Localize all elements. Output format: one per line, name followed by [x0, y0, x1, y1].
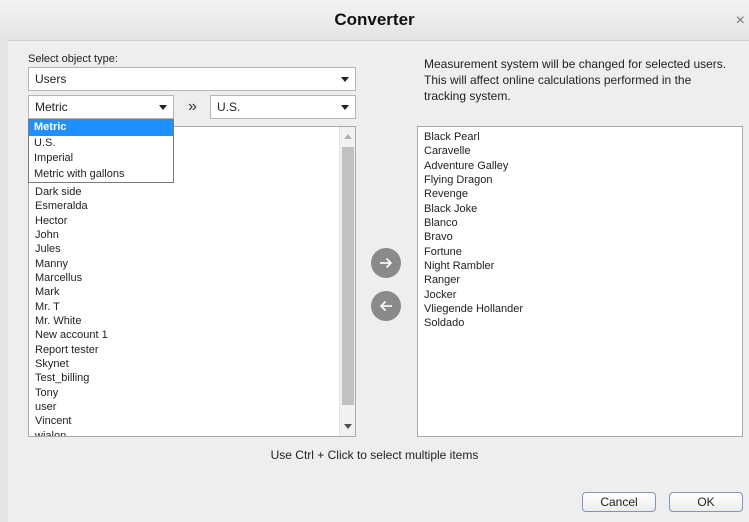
scroll-thumb[interactable] [342, 147, 354, 405]
dialog-title: Converter [334, 10, 415, 29]
object-type-label: Select object type: [28, 53, 118, 65]
list-item[interactable]: Marcellus [29, 271, 339, 285]
list-item[interactable]: Mark [29, 285, 339, 299]
from-unit-select[interactable]: Metric [28, 95, 174, 119]
list-item[interactable]: Jocker [418, 288, 742, 302]
list-item[interactable]: Jules [29, 242, 339, 256]
available-users-items: Dark side Esmeralda Hector John Jules Manny Ma… [29, 185, 339, 436]
arrow-left-icon [379, 300, 392, 312]
converter-dialog: Converter × Select object type: Users Me… [0, 0, 749, 522]
arrow-right-icon [380, 257, 393, 269]
move-right-button[interactable] [371, 248, 401, 278]
info-text: Measurement system will be changed for s… [424, 57, 727, 103]
list-item[interactable]: Dark side [29, 185, 339, 199]
list-item[interactable]: Manny [29, 257, 339, 271]
list-item[interactable]: user [29, 400, 339, 414]
move-left-button[interactable] [371, 291, 401, 321]
list-item[interactable]: Revenge [418, 187, 742, 201]
convert-to-arrow-icon: » [188, 98, 197, 115]
close-icon[interactable]: × [736, 12, 745, 30]
list-item[interactable]: Tony [29, 386, 339, 400]
list-item[interactable]: Bravo [418, 230, 742, 244]
ok-button[interactable]: OK [669, 492, 743, 512]
list-item[interactable]: Skynet [29, 357, 339, 371]
list-item[interactable]: Report tester [29, 343, 339, 357]
to-unit-select[interactable]: U.S. [210, 95, 356, 119]
list-item[interactable]: John [29, 228, 339, 242]
scrollbar[interactable] [339, 127, 355, 436]
list-item[interactable]: Black Pearl [418, 130, 742, 144]
list-item[interactable]: Vliegende Hollander [418, 302, 742, 316]
list-item[interactable]: Test_billing [29, 371, 339, 385]
list-item[interactable]: wialon [29, 429, 339, 436]
to-unit-value: U.S. [217, 100, 241, 114]
from-unit-value: Metric [35, 100, 68, 114]
list-item[interactable]: Caravelle [418, 144, 742, 158]
object-type-select[interactable]: Users [28, 67, 356, 91]
unit-option[interactable]: Metric [29, 120, 173, 136]
list-item[interactable]: Vincent [29, 414, 339, 428]
unit-option[interactable]: U.S. [29, 136, 173, 152]
chevron-down-icon [341, 105, 349, 110]
chevron-down-icon [159, 105, 167, 110]
object-type-value: Users [35, 72, 67, 86]
selected-units-list[interactable]: Black Pearl Caravelle Adventure Galley Flyi… [417, 126, 743, 437]
list-item[interactable]: Ranger [418, 273, 742, 287]
unit-options-dropdown: Metric U.S. Imperial Metric with gallons [28, 119, 174, 183]
scroll-down-icon[interactable] [344, 424, 352, 429]
title-bar: Converter × [0, 0, 749, 41]
list-item[interactable]: Adventure Galley [418, 159, 742, 173]
list-item[interactable]: New account 1 [29, 328, 339, 342]
list-item[interactable]: Esmeralda [29, 199, 339, 213]
chevron-down-icon [341, 77, 349, 82]
scroll-up-icon[interactable] [344, 134, 352, 139]
unit-option[interactable]: Imperial [29, 151, 173, 167]
list-item[interactable]: Blanco [418, 216, 742, 230]
list-item[interactable]: Hector [29, 214, 339, 228]
list-item[interactable]: Mr. White [29, 314, 339, 328]
multi-select-hint: Use Ctrl + Click to select multiple item… [270, 448, 479, 462]
cancel-button[interactable]: Cancel [582, 492, 656, 512]
list-item[interactable]: Mr. T [29, 300, 339, 314]
list-item[interactable]: Night Rambler [418, 259, 742, 273]
list-item[interactable]: Black Joke [418, 202, 742, 216]
list-item[interactable]: Fortune [418, 245, 742, 259]
list-item[interactable]: Flying Dragon [418, 173, 742, 187]
list-item[interactable]: Soldado [418, 316, 742, 330]
selected-units-items: Black Pearl Caravelle Adventure Galley Flyi… [418, 130, 742, 331]
unit-option[interactable]: Metric with gallons [29, 167, 173, 183]
